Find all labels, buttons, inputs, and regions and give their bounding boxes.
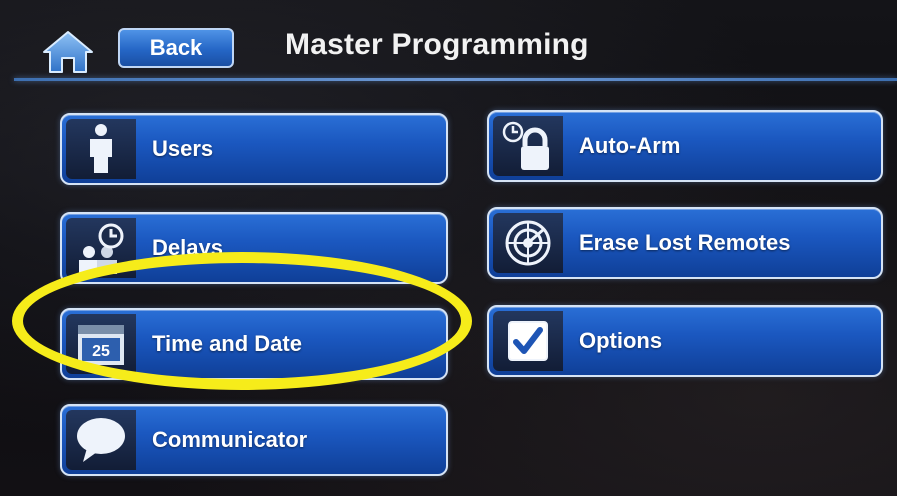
- touchscreen: Back Master Programming Users Delays 25 …: [0, 0, 897, 496]
- icon-box: [493, 116, 563, 176]
- communicator-button[interactable]: Communicator: [60, 404, 448, 476]
- back-button[interactable]: Back: [118, 28, 234, 68]
- users-label: Users: [152, 136, 214, 161]
- auto-arm-label: Auto-Arm: [579, 133, 681, 158]
- lock-clock-icon: [502, 121, 549, 170]
- users-button[interactable]: Users: [60, 113, 448, 185]
- users-clock-icon: [79, 223, 124, 274]
- options-label: Options: [579, 328, 663, 353]
- time-and-date-label: Time and Date: [152, 331, 302, 356]
- icon-box: [493, 311, 563, 371]
- icon-box: [66, 218, 136, 278]
- time-and-date-button[interactable]: 25 Time and Date: [60, 308, 448, 380]
- options-button[interactable]: Options: [487, 305, 883, 377]
- delays-button[interactable]: Delays: [60, 212, 448, 284]
- icon-box: [66, 410, 136, 470]
- calendar-icon: 25: [78, 325, 124, 365]
- speech-bubble-icon: [77, 418, 125, 462]
- communicator-label: Communicator: [152, 427, 308, 452]
- radar-icon: [505, 220, 551, 266]
- page-title: Master Programming: [285, 28, 589, 61]
- erase-lost-remotes-label: Erase Lost Remotes: [579, 230, 791, 255]
- icon-box: 25: [66, 314, 136, 374]
- user-icon: [90, 124, 112, 173]
- delays-label: Delays: [152, 235, 223, 260]
- header-divider: [14, 78, 897, 81]
- home-button[interactable]: [40, 28, 96, 76]
- erase-lost-remotes-button[interactable]: Erase Lost Remotes: [487, 207, 883, 279]
- auto-arm-button[interactable]: Auto-Arm: [487, 110, 883, 182]
- home-icon: [43, 31, 93, 73]
- checkbox-icon: [508, 321, 548, 361]
- calendar-icon-day: 25: [92, 343, 110, 360]
- icon-box: [66, 119, 136, 179]
- icon-box: [493, 213, 563, 273]
